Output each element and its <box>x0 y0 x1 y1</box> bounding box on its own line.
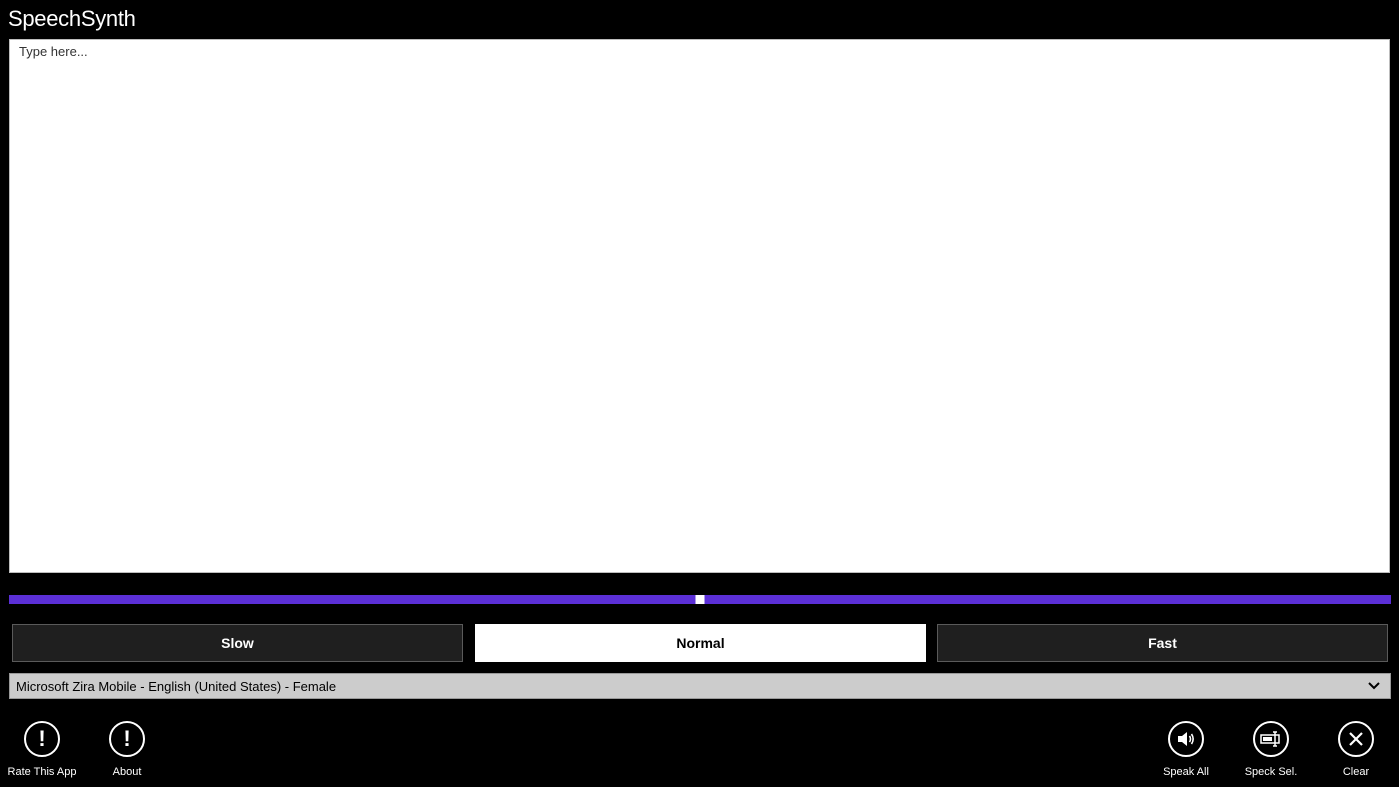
speak-selection-button[interactable]: Speck Sel. <box>1231 721 1311 781</box>
slow-button[interactable]: Slow <box>12 624 463 662</box>
app-window: SpeechSynth Slow Normal Fast Microsoft Z… <box>0 0 1399 787</box>
speak-selection-label: Speck Sel. <box>1244 766 1298 778</box>
normal-button[interactable]: Normal <box>475 624 926 662</box>
app-title: SpeechSynth <box>8 6 136 31</box>
speaker-icon <box>1178 732 1194 746</box>
exclamation-icon: ! <box>24 721 60 757</box>
speak-all-button[interactable]: Speak All <box>1146 721 1226 781</box>
voice-select[interactable]: Microsoft Zira Mobile - English (United … <box>9 673 1391 699</box>
about-label: About <box>112 766 142 778</box>
clear-button[interactable]: Clear <box>1316 721 1396 781</box>
fast-button[interactable]: Fast <box>937 624 1388 662</box>
chevron-down-icon <box>1368 682 1380 690</box>
speak-selection-icon <box>1260 731 1280 747</box>
close-icon <box>1349 732 1363 746</box>
speak-all-label: Speak All <box>1163 766 1209 778</box>
text-input[interactable] <box>9 39 1390 573</box>
rate-this-app-label: Rate This App <box>7 766 77 778</box>
about-button[interactable]: ! About <box>87 721 167 781</box>
clear-label: Clear <box>1342 766 1370 778</box>
voice-select-value: Microsoft Zira Mobile - English (United … <box>16 678 337 694</box>
exclamation-icon: ! <box>109 721 145 757</box>
rate-this-app-button[interactable]: ! Rate This App <box>2 721 82 781</box>
rate-slider-thumb[interactable] <box>695 595 705 604</box>
